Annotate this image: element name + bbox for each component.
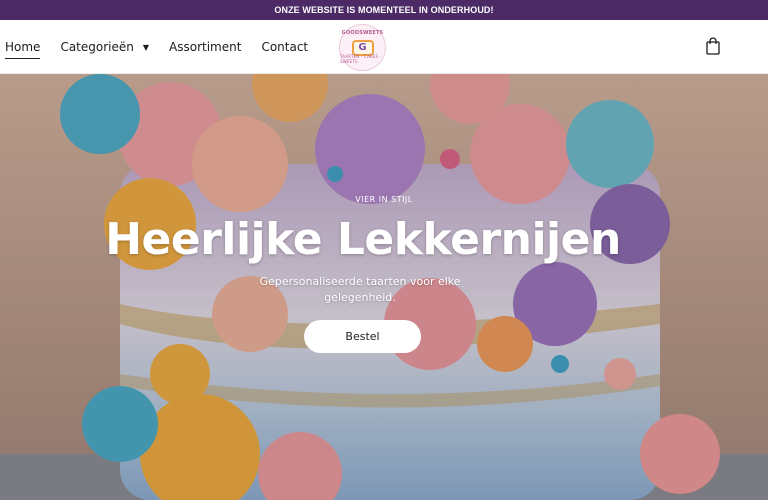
logo-monogram-letter: G <box>358 42 367 53</box>
site-logo[interactable]: GOODSWEETS G TAARTEN · CAKES · SWEETS <box>339 24 386 71</box>
nav-categories[interactable]: Categorieën ▼ <box>60 40 149 54</box>
chevron-down-icon: ▼ <box>142 42 150 52</box>
announcement-bar: ONZE WEBSITE IS MOMENTEEL IN ONDERHOUD! <box>0 0 768 20</box>
hero-eyebrow: VIER IN STIJL <box>355 195 413 204</box>
nav-home-label: Home <box>5 40 41 54</box>
shopping-bag-icon[interactable] <box>705 37 721 55</box>
order-button[interactable]: Bestel <box>304 320 421 353</box>
logo-ring-bottom-text: TAARTEN · CAKES · SWEETS <box>340 54 382 64</box>
nav-assortment[interactable]: Assortiment <box>169 40 241 54</box>
nav-categories-label: Categorieën <box>60 40 134 54</box>
hero-banner: VIER IN STIJL Heerlijke Lekkernijen Gepe… <box>0 74 768 500</box>
nav-contact[interactable]: Contact <box>261 40 308 54</box>
nav-contact-label: Contact <box>261 40 309 54</box>
hero-subtitle: Gepersonaliseerde taarten voor elke gele… <box>259 275 461 304</box>
nav-assortment-label: Assortiment <box>169 40 242 54</box>
site-header: Home Categorieën ▼ Assortiment Contact G… <box>0 20 768 74</box>
main-nav: Home Categorieën ▼ Assortiment Contact <box>5 20 328 74</box>
nav-home[interactable]: Home <box>5 40 41 59</box>
announcement-text: ONZE WEBSITE IS MOMENTEEL IN ONDERHOUD! <box>274 5 494 15</box>
logo-ring-text: GOODSWEETS <box>341 30 384 36</box>
hero-title: Heerlijke Lekkernijen <box>105 214 621 265</box>
